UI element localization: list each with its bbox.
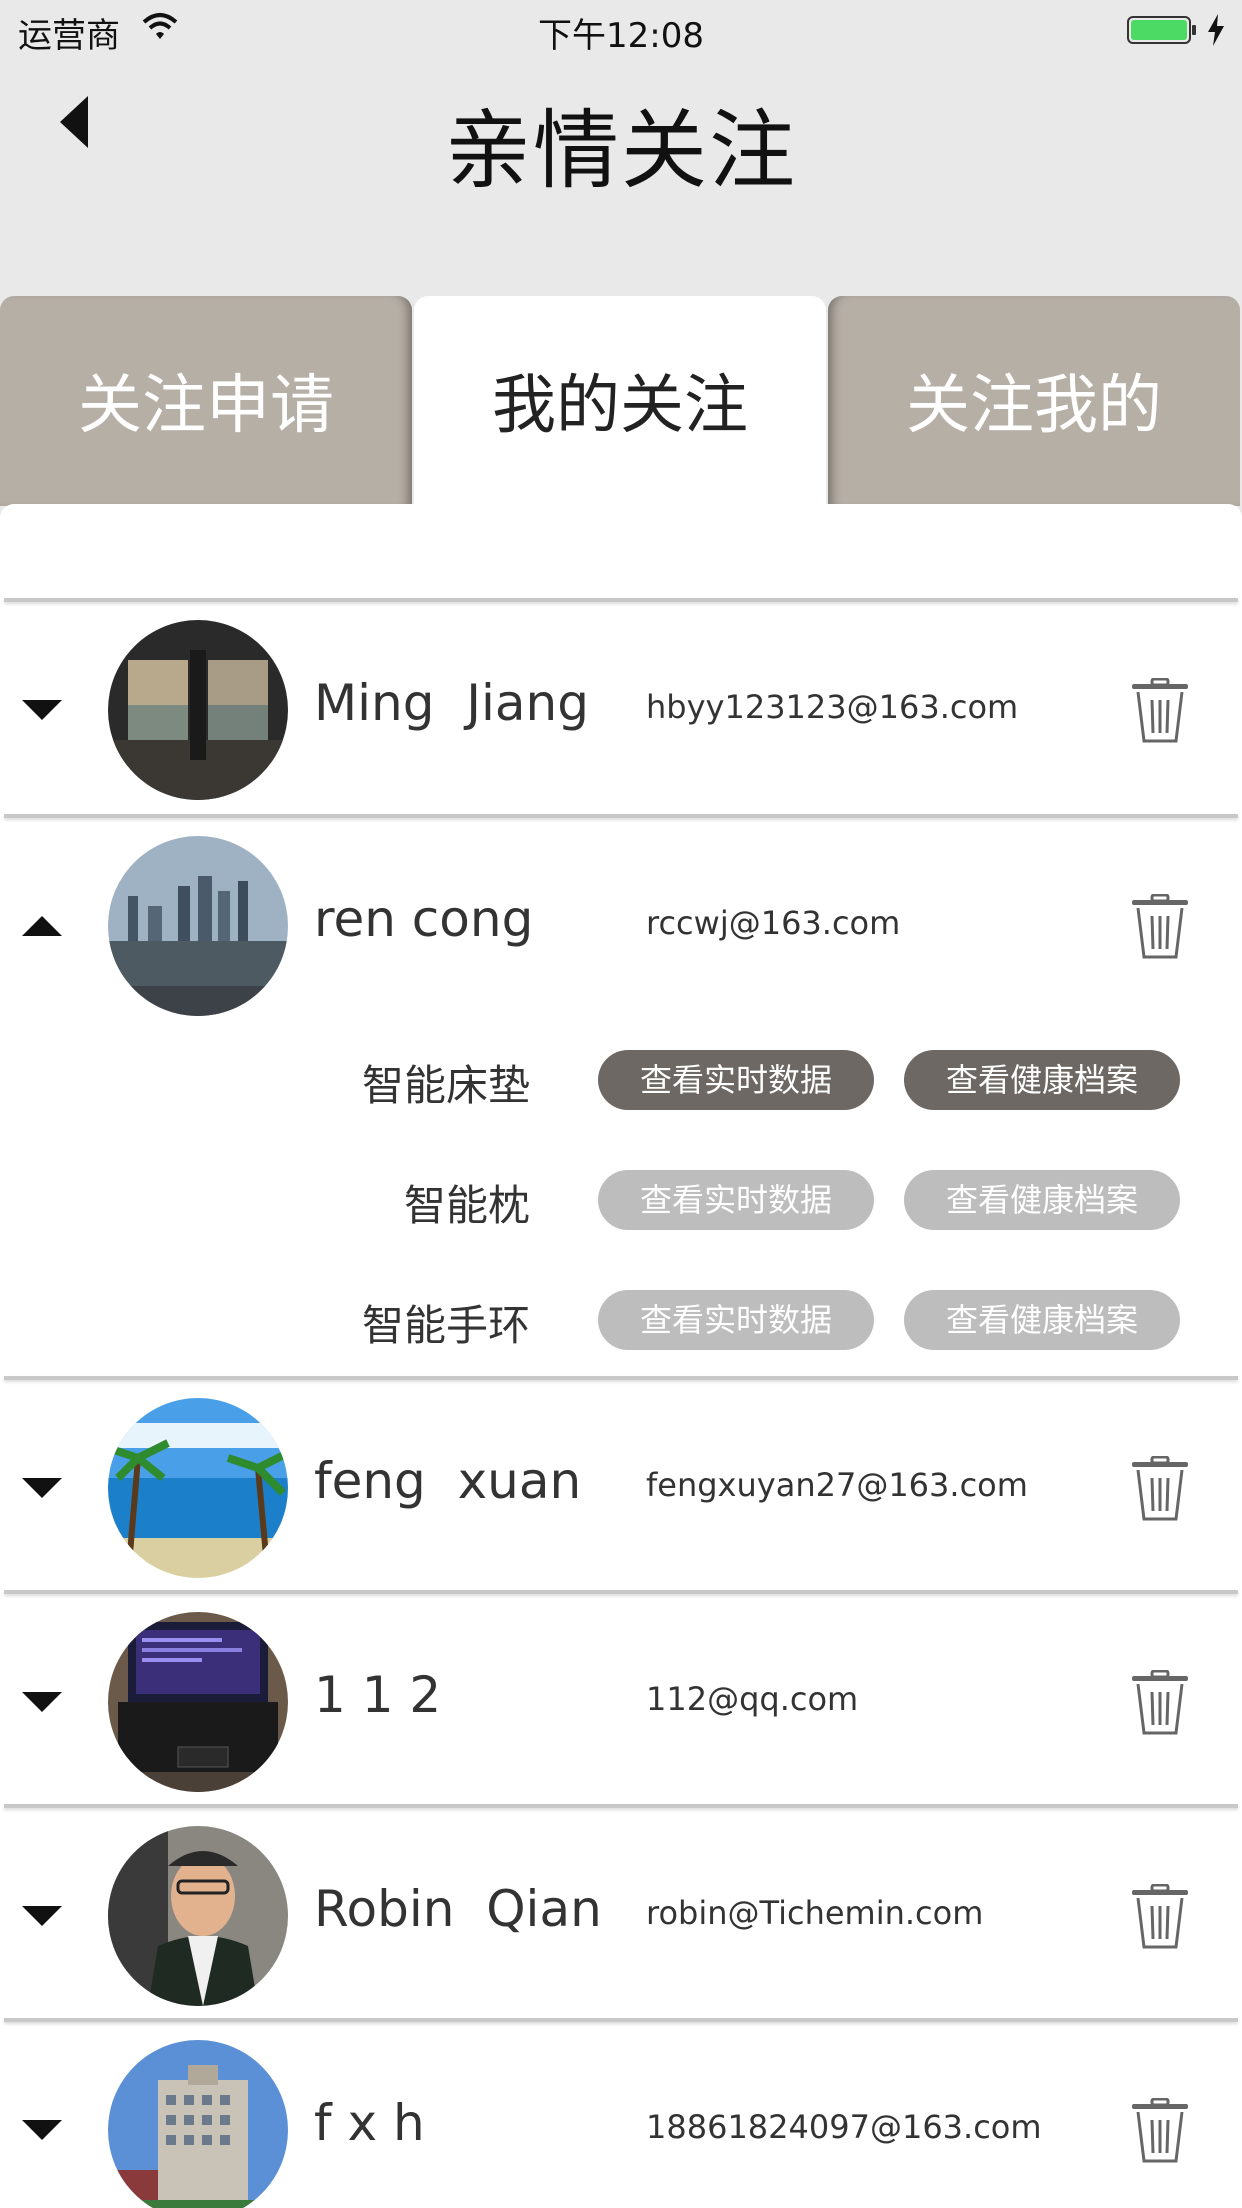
view-health-record-button[interactable]: 查看健康档案	[904, 1290, 1180, 1350]
device-label-mattress: 智能床垫	[361, 1061, 530, 1110]
avatar	[108, 620, 288, 800]
battery-icon	[1127, 16, 1196, 44]
view-health-record-button[interactable]: 查看健康档案	[904, 1050, 1180, 1110]
charging-bolt-icon	[1208, 14, 1224, 46]
page-title: 亲情关注	[445, 101, 797, 201]
contact-email: robin@Tichemin.com	[646, 1894, 984, 1932]
caret-down-icon[interactable]	[20, 696, 64, 722]
avatar	[108, 1612, 288, 1792]
status-time: 下午12:08	[538, 16, 704, 56]
contact-name: ren cong	[314, 890, 534, 948]
avatar	[108, 1826, 288, 2006]
status-bar: 运营商 下午12:08	[0, 0, 1242, 60]
caret-up-icon[interactable]	[20, 914, 64, 940]
avatar	[108, 2040, 288, 2208]
contact-row[interactable]: feng xuan fengxuyan27@163.com	[0, 1380, 1242, 1592]
contact-email: rccwj@163.com	[646, 904, 901, 942]
caret-down-icon[interactable]	[20, 1902, 64, 1928]
trash-icon[interactable]	[1130, 1884, 1190, 1950]
device-label-pillow: 智能枕	[403, 1181, 530, 1230]
trash-icon[interactable]	[1130, 2098, 1190, 2164]
tab-following-me[interactable]: 关注我的	[828, 296, 1240, 506]
contact-email: 18861824097@163.com	[646, 2108, 1042, 2146]
contact-name: Ming Jiang	[314, 674, 589, 732]
view-realtime-data-button[interactable]: 查看实时数据	[598, 1170, 874, 1230]
contact-email: fengxuyan27@163.com	[646, 1466, 1028, 1504]
contact-list-panel: Ming Jiang hbyy123123@163.com ren cong r…	[0, 504, 1242, 2208]
caret-down-icon[interactable]	[20, 1474, 64, 1500]
contact-row[interactable]: Robin Qian robin@Tichemin.com	[0, 1808, 1242, 2020]
caret-down-icon[interactable]	[20, 2116, 64, 2142]
avatar	[108, 836, 288, 1016]
view-realtime-data-button[interactable]: 查看实时数据	[598, 1290, 874, 1350]
caret-down-icon[interactable]	[20, 1688, 64, 1714]
trash-icon[interactable]	[1130, 894, 1190, 960]
trash-icon[interactable]	[1130, 678, 1190, 744]
trash-icon[interactable]	[1130, 1670, 1190, 1736]
contact-name: feng xuan	[314, 1452, 582, 1510]
device-label-wristband: 智能手环	[361, 1301, 530, 1350]
view-health-record-button[interactable]: 查看健康档案	[904, 1170, 1180, 1230]
contact-name: 1 1 2	[314, 1666, 442, 1724]
contact-email: 112@qq.com	[646, 1680, 859, 1718]
contact-email: hbyy123123@163.com	[646, 688, 1019, 726]
contact-row[interactable]: 1 1 2 112@qq.com	[0, 1594, 1242, 1806]
tab-bar: 关注申请 我的关注 关注我的	[0, 296, 1242, 506]
view-realtime-data-button[interactable]: 查看实时数据	[598, 1050, 874, 1110]
tab-follow-requests[interactable]: 关注申请	[0, 296, 412, 506]
trash-icon[interactable]	[1130, 1456, 1190, 1522]
avatar	[108, 1398, 288, 1578]
contact-name: f x h	[314, 2094, 425, 2152]
tab-my-follows[interactable]: 我的关注	[414, 296, 826, 506]
contact-row[interactable]: f x h 18861824097@163.com	[0, 2022, 1242, 2208]
contact-row-expanded[interactable]: ren cong rccwj@163.com 智能床垫 查看实时数据 查看健康档…	[0, 818, 1242, 1378]
contact-name: Robin Qian	[314, 1880, 602, 1938]
contact-row[interactable]: Ming Jiang hbyy123123@163.com	[0, 602, 1242, 816]
